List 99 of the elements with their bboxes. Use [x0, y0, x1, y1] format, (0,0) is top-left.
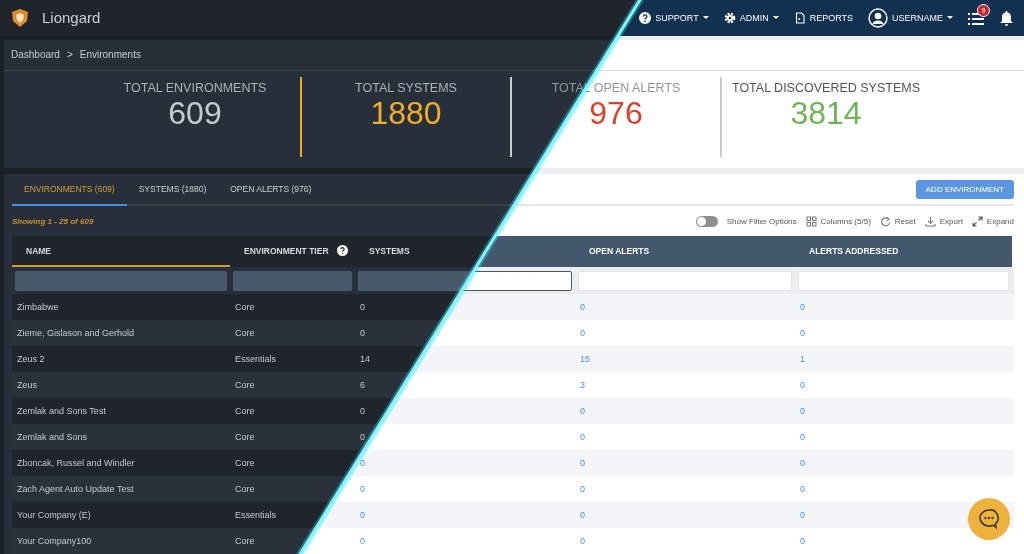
- document-icon: [793, 11, 806, 24]
- table-link[interactable]: 0: [360, 302, 365, 312]
- table-link[interactable]: 0: [360, 432, 365, 442]
- column-header[interactable]: NAME: [12, 236, 230, 267]
- chat-bubble-icon: [978, 508, 1000, 530]
- column-header[interactable]: SYSTEMS: [355, 236, 575, 267]
- table-cell: Zach Agent Auto Update Test: [17, 484, 134, 494]
- table-link[interactable]: 0: [800, 406, 805, 416]
- table-link[interactable]: 0: [580, 510, 585, 520]
- table-cell: Essentials: [235, 510, 277, 520]
- stat-value: 609: [168, 94, 222, 131]
- table-cell: Essentials: [235, 354, 277, 364]
- table-cell: Zemlak and Sons: [17, 432, 88, 442]
- table-cell: Zemlak and Sons Test: [17, 406, 106, 416]
- table-cell: Zimbabwe: [17, 302, 59, 312]
- toolbar-action[interactable]: Export: [924, 215, 963, 227]
- caret-icon: [702, 16, 709, 20]
- caret-icon: [772, 16, 779, 20]
- table-link[interactable]: 15: [580, 354, 590, 364]
- table-link[interactable]: 0: [360, 510, 365, 520]
- brand-name: Liongard: [42, 9, 101, 27]
- table-link[interactable]: 6: [360, 380, 365, 390]
- grid-icon: [805, 215, 817, 227]
- lion-shield-icon: [10, 7, 30, 28]
- nav-menu[interactable]: USERNAME: [868, 7, 953, 28]
- caret-icon: [947, 16, 953, 20]
- column-header[interactable]: ENVIRONMENT TIER: [230, 236, 355, 267]
- table-link[interactable]: 3: [580, 380, 585, 390]
- table-cell: Core: [235, 458, 255, 468]
- bell-icon: [999, 9, 1014, 26]
- stat-value: 3814: [790, 94, 862, 131]
- breadcrumb-link[interactable]: Dashboard: [11, 49, 60, 61]
- table-cell: Core: [235, 484, 255, 494]
- table-link[interactable]: 0: [360, 484, 365, 494]
- table-link[interactable]: 0: [360, 536, 365, 546]
- toggle-switch[interactable]: [695, 215, 718, 227]
- stat-value: 976: [589, 94, 643, 131]
- table-link[interactable]: 0: [580, 458, 585, 468]
- breadcrumb-separator: >: [66, 49, 73, 61]
- table-cell: Core: [235, 406, 255, 416]
- filter-toggle-label: Show Filter Options: [726, 216, 797, 226]
- table-cell: Your Company100: [17, 536, 92, 546]
- table-cell: Your Company (E): [17, 510, 91, 520]
- tab[interactable]: OPEN ALERTS (976): [218, 174, 324, 206]
- filter-field[interactable]: [358, 270, 572, 291]
- table-link[interactable]: 0: [800, 458, 805, 468]
- table-cell: Core: [235, 536, 255, 546]
- table-cell: Zeus 2: [17, 354, 45, 364]
- table-link[interactable]: 0: [580, 328, 585, 338]
- stat-value: 1880: [370, 94, 442, 131]
- breadcrumb-link[interactable]: Environments: [79, 49, 141, 61]
- column-header[interactable]: OPEN ALERTS: [575, 236, 795, 267]
- result-count: Showing 1 - 25 of 609: [12, 216, 94, 226]
- table-link[interactable]: 0: [800, 432, 805, 442]
- table-link[interactable]: 0: [360, 406, 365, 416]
- table-cell: Core: [235, 432, 255, 442]
- table-cell: Core: [235, 302, 255, 312]
- filter-field[interactable]: [233, 270, 352, 291]
- filter-field[interactable]: [15, 270, 227, 291]
- help-icon: [639, 11, 652, 24]
- table-link[interactable]: 0: [580, 484, 585, 494]
- stat-label: TOTAL SYSTEMS: [355, 80, 457, 95]
- table-cell: Zeus: [17, 380, 37, 390]
- nav-menu[interactable]: ADMIN: [723, 11, 779, 24]
- table-link[interactable]: 0: [800, 484, 805, 494]
- table-link[interactable]: 0: [800, 536, 805, 546]
- column-header[interactable]: ALERTS ADDRESSED: [795, 236, 1012, 267]
- table-link[interactable]: 0: [800, 510, 805, 520]
- toolbar-action[interactable]: Expand: [971, 215, 1014, 227]
- toolbar-action[interactable]: Columns (5/5): [805, 215, 871, 227]
- table-link[interactable]: 0: [580, 406, 585, 416]
- add-environment-button[interactable]: ADD ENVIRONMENT: [915, 179, 1014, 199]
- stat-label: TOTAL ENVIRONMENTS: [123, 80, 267, 95]
- refresh-icon: [879, 215, 891, 227]
- table-cell: Zboncak, Russel and Windler: [17, 458, 135, 468]
- tab[interactable]: ENVIRONMENTS (609): [12, 174, 127, 206]
- table-link[interactable]: 0: [580, 302, 585, 312]
- toolbar-action[interactable]: Reset: [879, 215, 916, 227]
- table-link[interactable]: 14: [360, 354, 370, 364]
- stat-label: TOTAL DISCOVERED SYSTEMS: [732, 80, 920, 95]
- nav-menu[interactable]: SUPPORT: [639, 11, 709, 24]
- table-link[interactable]: 0: [580, 432, 585, 442]
- user-avatar-icon: [868, 7, 888, 28]
- table-cell: Zieme, Gislason and Gerhold: [17, 328, 135, 338]
- table-link[interactable]: 0: [360, 458, 365, 468]
- nav-menu[interactable]: REPORTS: [793, 11, 853, 24]
- table-link[interactable]: 0: [800, 302, 805, 312]
- table-link[interactable]: 0: [360, 328, 365, 338]
- expand-icon: [971, 215, 983, 227]
- tab[interactable]: SYSTEMS (1880): [126, 174, 219, 206]
- download-icon: [924, 215, 936, 227]
- gear-icon: [723, 11, 736, 24]
- table-link[interactable]: 0: [800, 328, 805, 338]
- table-cell: Core: [235, 328, 255, 338]
- table-link[interactable]: 1: [800, 354, 805, 364]
- table-link[interactable]: 0: [800, 380, 805, 390]
- table-cell: Core: [235, 380, 255, 390]
- table-link[interactable]: 0: [580, 536, 585, 546]
- help-icon: [336, 245, 348, 256]
